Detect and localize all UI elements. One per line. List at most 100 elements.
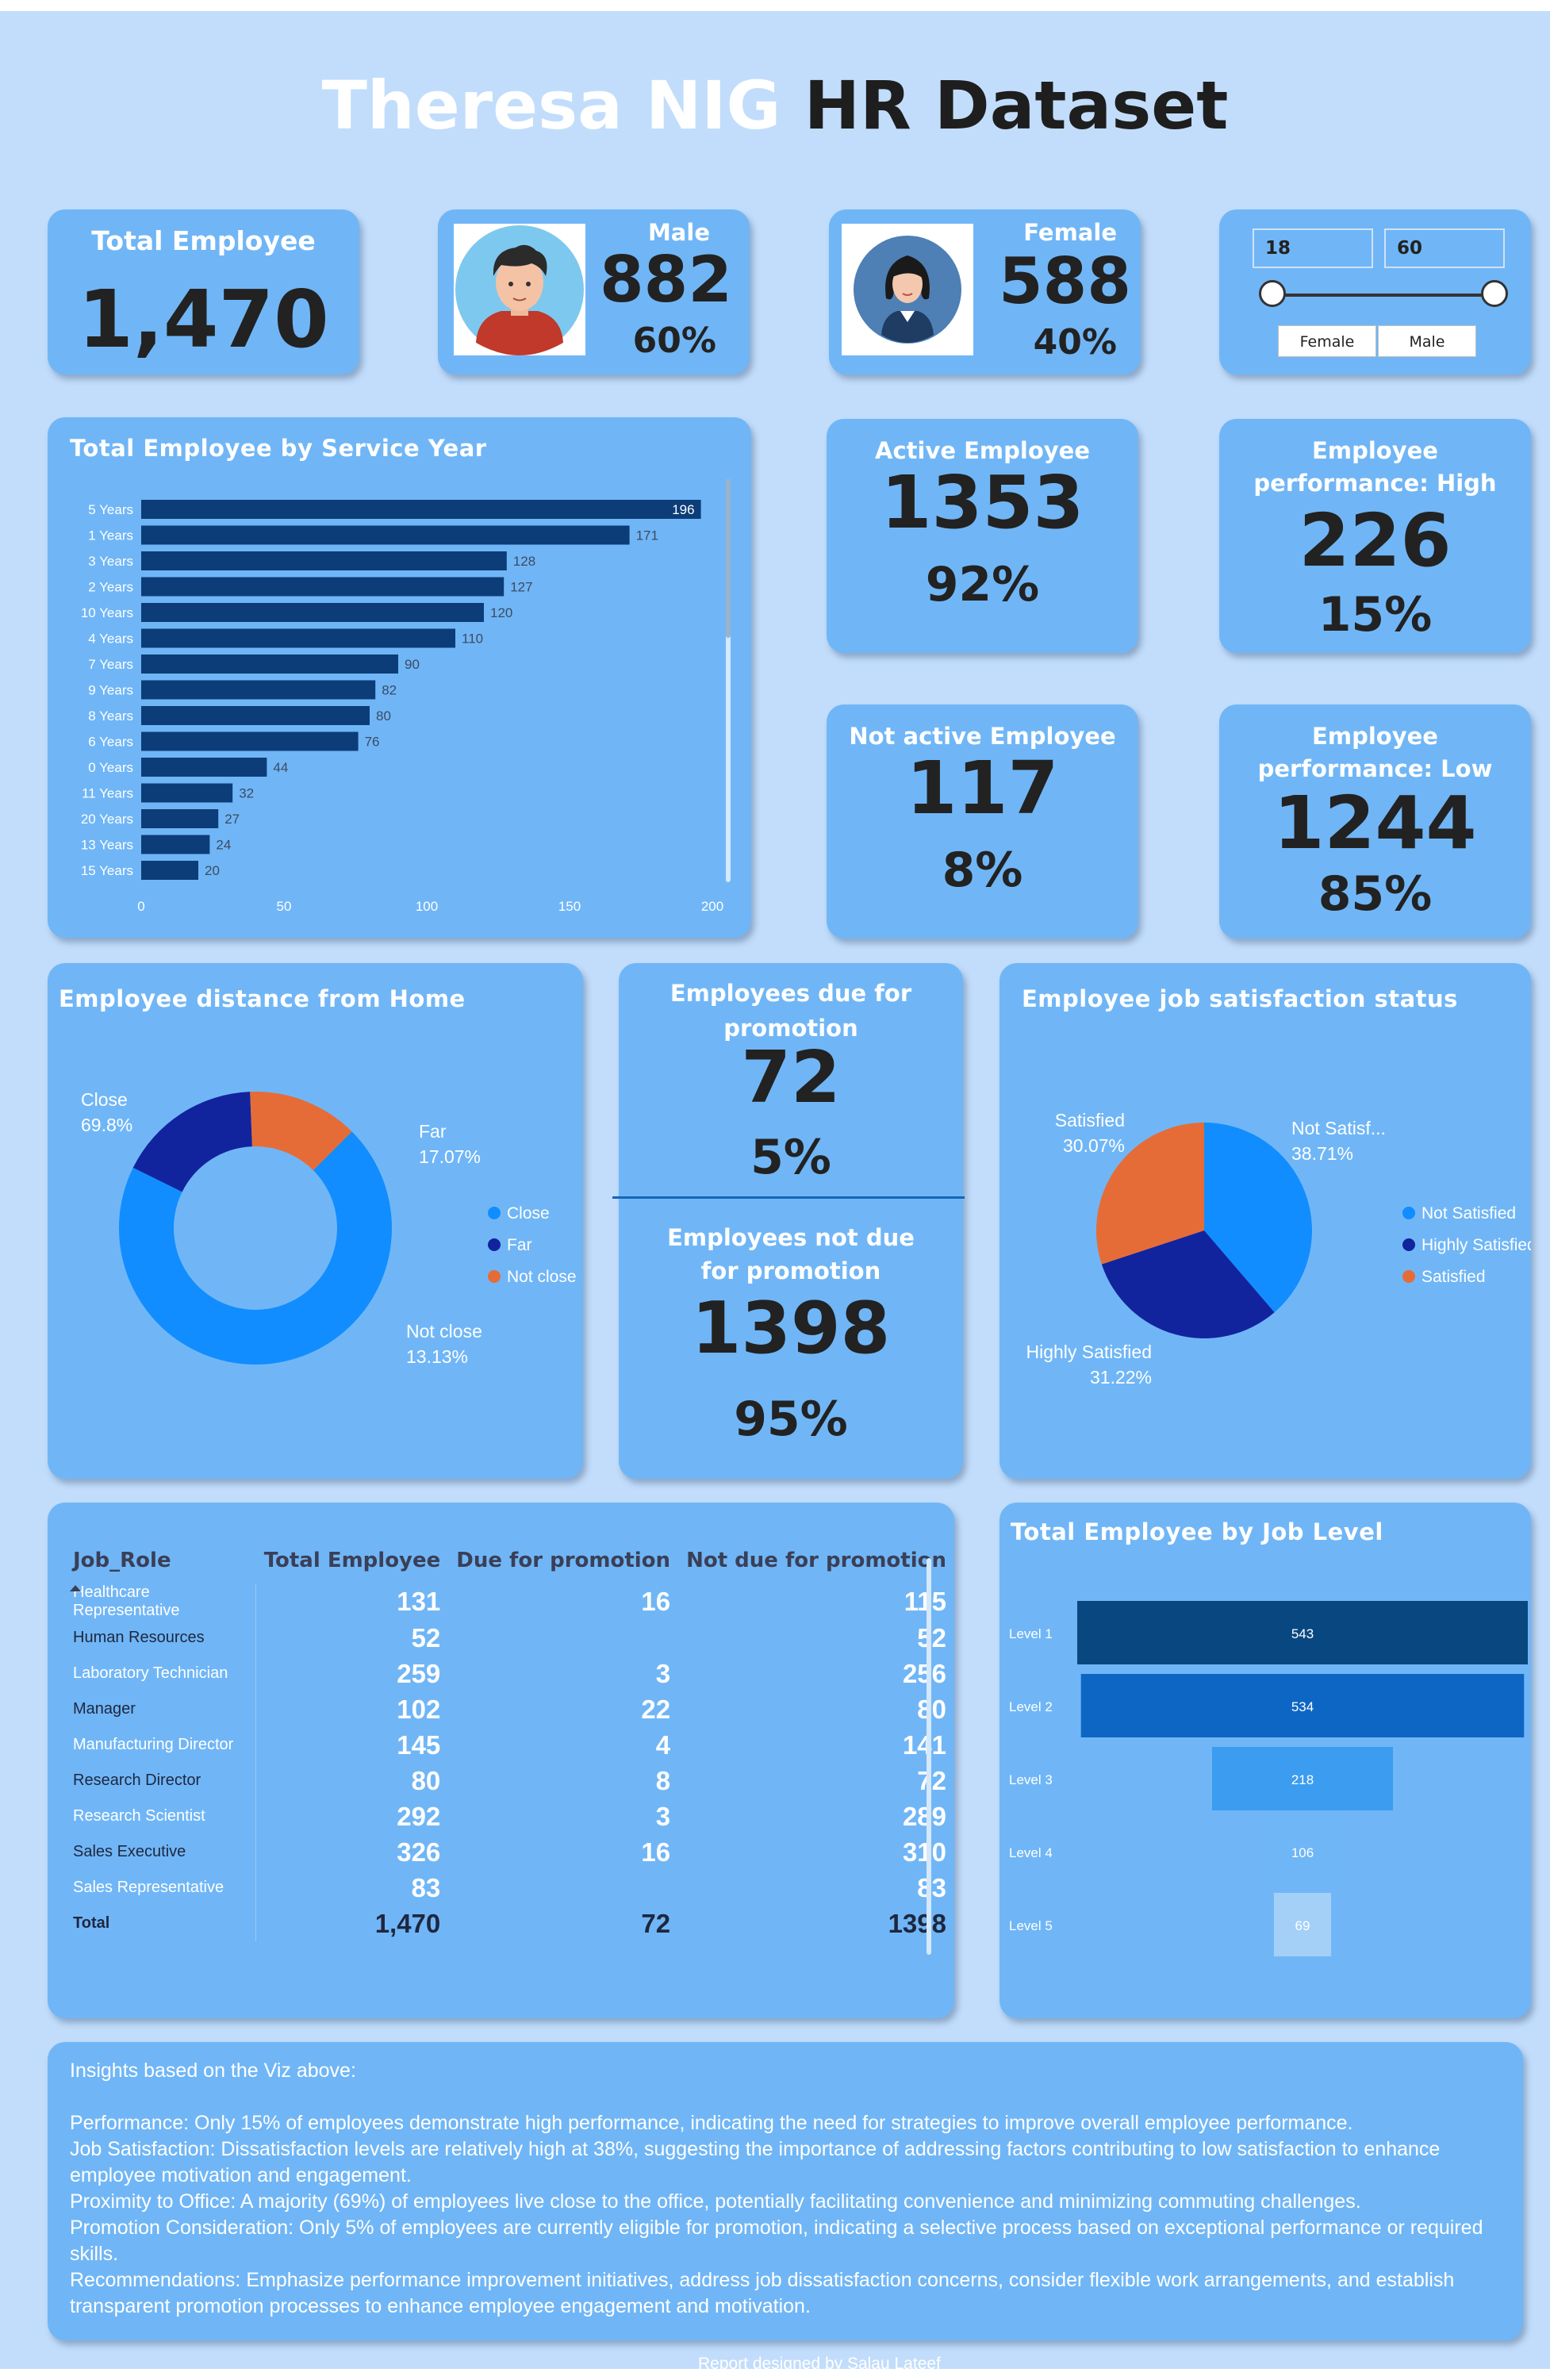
slice-label: Close — [81, 1089, 128, 1110]
slice-label: Not close — [406, 1321, 482, 1342]
job-level-chart: Level 1 543 Level 2 534 Level 3 218 Level 4 106… — [1009, 1601, 1528, 1956]
role-cell: Research Director — [65, 1763, 257, 1798]
active-employee-value: 1353 — [881, 460, 1084, 545]
age-min-handle[interactable] — [1259, 280, 1286, 307]
funnel-value-label: 543 — [1291, 1626, 1314, 1641]
female-avatar-icon — [854, 236, 961, 344]
slice-label: Far — [419, 1121, 447, 1142]
bar — [141, 680, 376, 700]
insights-heading: Insights based on the Viz above: — [70, 2059, 356, 2082]
perf-low-label-1: Employee — [1312, 723, 1438, 750]
age-max-handle[interactable] — [1481, 280, 1508, 307]
bar-category-label: 15 Years — [81, 863, 133, 878]
service-year-scrollbar[interactable] — [726, 479, 731, 882]
not-due-promo-pct: 95% — [734, 1392, 848, 1447]
header-not-due[interactable]: Not due for promotion — [678, 1549, 954, 1583]
role-cell: Manufacturing Director — [65, 1727, 257, 1763]
perf-high-label-2: performance: High — [1253, 470, 1497, 497]
funnel-value-label: 106 — [1291, 1845, 1314, 1860]
bar-value-label: 24 — [216, 838, 231, 853]
table-row[interactable]: Sales Executive 326 16 310 — [65, 1834, 954, 1870]
slice-value-label: 17.07% — [419, 1146, 481, 1167]
female-value: 588 — [999, 244, 1131, 318]
due-cell: 3 — [655, 1801, 671, 1831]
age-range-track[interactable] — [1273, 294, 1494, 297]
funnel-value-label: 69 — [1295, 1918, 1310, 1933]
table-row[interactable]: Research Scientist 292 3 289 — [65, 1798, 954, 1834]
legend-label: Close — [507, 1204, 550, 1223]
male-value: 882 — [600, 243, 732, 317]
female-pct: 40% — [1033, 322, 1117, 363]
gender-option-male[interactable]: Male — [1378, 325, 1476, 357]
perf-high-card: Employee performance: High 226 15% — [1219, 419, 1531, 653]
bar-value-label: 27 — [224, 812, 240, 827]
distance-card: Employee distance from Home Close 69.8% Fa… — [48, 963, 583, 1479]
table-scrollbar[interactable] — [927, 1558, 931, 1955]
table-header-row: Job_Role Total Employee Due for promotio… — [65, 1549, 954, 1583]
perf-high-label-1: Employee — [1312, 437, 1438, 464]
slice-value-label: 31.22% — [1090, 1367, 1152, 1388]
legend-marker — [1402, 1207, 1415, 1219]
title-part1: Theresa NIG — [321, 67, 781, 144]
legend-label: Not Satisfied — [1421, 1204, 1516, 1223]
table-row[interactable]: Sales Representative 83 83 — [65, 1870, 954, 1906]
table-row[interactable]: Manager 102 22 80 — [65, 1691, 954, 1727]
total-cell: 83 — [411, 1872, 441, 1902]
male-avatar-icon — [455, 225, 584, 355]
male-label: Male — [647, 219, 710, 246]
total-cell: 259 — [397, 1658, 441, 1688]
slice-label: Satisfied — [1055, 1110, 1125, 1130]
not-due-cell: 115 — [904, 1587, 946, 1616]
not-due-cell: 72 — [917, 1765, 946, 1795]
table-row[interactable]: Research Director 80 8 72 — [65, 1763, 954, 1798]
bar-value-label: 171 — [636, 528, 658, 543]
bar-value-label: 120 — [490, 605, 512, 620]
table-row[interactable]: Laboratory Technician 259 3 256 — [65, 1656, 954, 1691]
not-due-cell: 80 — [917, 1694, 946, 1724]
age-max-input[interactable]: 60 — [1384, 228, 1505, 268]
header-due[interactable]: Due for promotion — [448, 1549, 678, 1583]
funnel-value-label: 534 — [1291, 1699, 1314, 1714]
bar-value-label: 76 — [365, 735, 380, 750]
promotion-divider — [612, 1196, 965, 1199]
bar — [141, 731, 359, 751]
table-row[interactable]: Human Resources 52 52 — [65, 1620, 954, 1656]
insights-card: Insights based on the Viz above: Perform… — [48, 2042, 1523, 2340]
header-total[interactable]: Total Employee — [256, 1549, 449, 1583]
insights-text: Insights based on the Viz above: Perform… — [70, 2058, 1507, 2320]
perf-high-pct: 15% — [1318, 587, 1433, 643]
job-level-card: Total Employee by Job Level Level 1 543 Le… — [999, 1503, 1531, 2018]
bar-value-label: 20 — [205, 863, 220, 878]
age-min-input[interactable]: 18 — [1253, 228, 1373, 268]
perf-low-label-2: performance: Low — [1257, 755, 1493, 782]
sort-arrow-icon[interactable] — [70, 1585, 81, 1591]
male-card: Male 882 60% — [438, 209, 750, 374]
x-tick-label: 200 — [701, 899, 723, 914]
legend-label: Far — [507, 1236, 532, 1254]
bar — [141, 706, 370, 725]
gender-option-female[interactable]: Female — [1278, 325, 1376, 357]
due-promo-label-1: Employees due for — [669, 980, 912, 1007]
satisfaction-card: Employee job satisfaction status Not Sat… — [999, 963, 1531, 1479]
satisfaction-chart: Not Satisf... 38.71% Highly Satisfied 31.22… — [1026, 1110, 1531, 1388]
insight-line: Performance: Only 15% of employees demon… — [70, 2112, 1353, 2134]
legend-marker — [1402, 1238, 1415, 1251]
table-row[interactable]: Healthcare Representative 131 16 115 — [65, 1583, 954, 1620]
not-due-cell: 52 — [917, 1622, 946, 1653]
due-cell: 22 — [641, 1694, 671, 1724]
job-role-table-card: Job_Role Total Employee Due for promotio… — [48, 1503, 954, 2018]
bar — [141, 758, 267, 777]
bar-category-label: 4 Years — [88, 631, 133, 647]
insight-line: Job Satisfaction: Dissatisfaction levels… — [70, 2138, 1441, 2186]
service-year-scroll-thumb[interactable] — [726, 479, 731, 638]
bar — [141, 551, 507, 570]
bar-category-label: 0 Years — [88, 760, 133, 775]
bar-category-label: 13 Years — [81, 838, 133, 853]
bar-category-label: 3 Years — [88, 554, 133, 569]
male-avatar — [454, 224, 585, 355]
table-row[interactable]: Manufacturing Director 145 4 141 — [65, 1727, 954, 1763]
header-job-role[interactable]: Job_Role — [65, 1549, 256, 1583]
perf-low-pct: 85% — [1318, 866, 1433, 922]
not-due-cell: 141 — [902, 1729, 946, 1760]
not-due-cell: 256 — [902, 1658, 946, 1688]
